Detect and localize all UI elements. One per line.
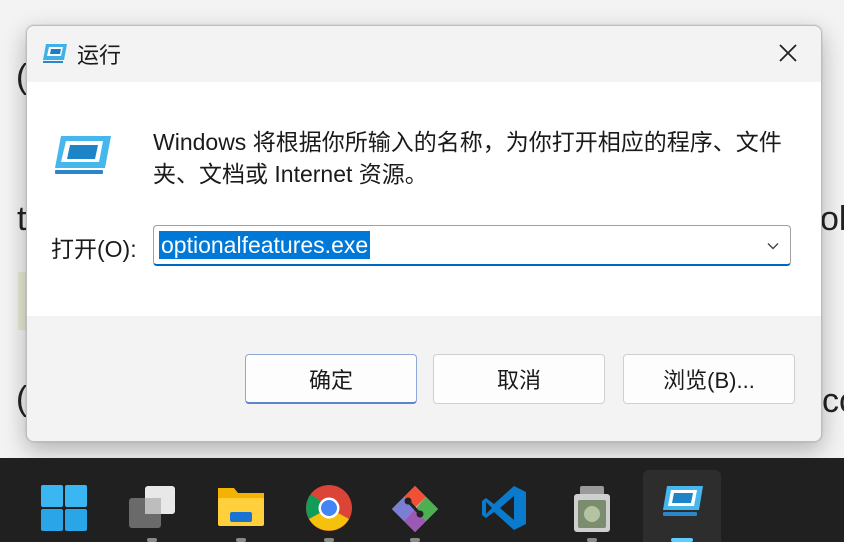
task-view-icon [129, 486, 175, 528]
chrome-icon [306, 485, 352, 531]
running-indicator [587, 538, 597, 542]
run-icon [41, 40, 69, 66]
cancel-button[interactable]: 取消 [433, 354, 605, 404]
open-label: 打开(O): [51, 236, 137, 262]
running-indicator [410, 538, 420, 542]
dialog-footer: 确定 取消 浏览(B)... [27, 316, 821, 441]
active-indicator [671, 538, 693, 542]
taskbar-app[interactable] [553, 470, 631, 542]
title-bar[interactable]: 运行 [27, 26, 821, 82]
git-icon [392, 486, 438, 532]
close-button[interactable] [755, 26, 821, 80]
ok-button[interactable]: 确定 [245, 354, 417, 404]
taskbar [0, 458, 844, 542]
taskbar-start[interactable] [25, 470, 103, 542]
run-icon [51, 134, 113, 176]
running-indicator [324, 538, 334, 542]
run-dialog-icon [663, 486, 703, 516]
taskbar-git[interactable] [376, 470, 454, 542]
run-dialog: 运行 Windows 将根据你所输入的名称，为你打开相应的程序、文件夹、文档或 … [26, 25, 822, 442]
taskbar-file-explorer[interactable] [202, 470, 280, 542]
chevron-down-icon[interactable] [766, 239, 780, 253]
background-text: cc [822, 382, 844, 420]
vscode-icon [482, 486, 526, 530]
open-combobox[interactable]: optionalfeatures.exe [153, 225, 791, 266]
instruction-text: Windows 将根据你所输入的名称，为你打开相应的程序、文件夹、文档或 Int… [153, 129, 782, 187]
file-explorer-icon [218, 488, 264, 526]
taskbar-task-view[interactable] [113, 470, 191, 542]
running-indicator [236, 538, 246, 542]
windows-start-icon [41, 485, 87, 531]
open-input[interactable]: optionalfeatures.exe [159, 231, 371, 259]
background-text: ol [820, 200, 844, 238]
taskbar-chrome[interactable] [290, 470, 368, 542]
browse-button[interactable]: 浏览(B)... [623, 354, 795, 404]
dialog-content: Windows 将根据你所输入的名称，为你打开相应的程序、文件夹、文档或 Int… [27, 82, 821, 316]
close-icon [779, 44, 797, 62]
dialog-title: 运行 [77, 43, 122, 68]
taskbar-vscode[interactable] [465, 470, 543, 542]
running-indicator [147, 538, 157, 542]
app-icon [574, 486, 610, 532]
taskbar-run[interactable] [643, 470, 721, 542]
